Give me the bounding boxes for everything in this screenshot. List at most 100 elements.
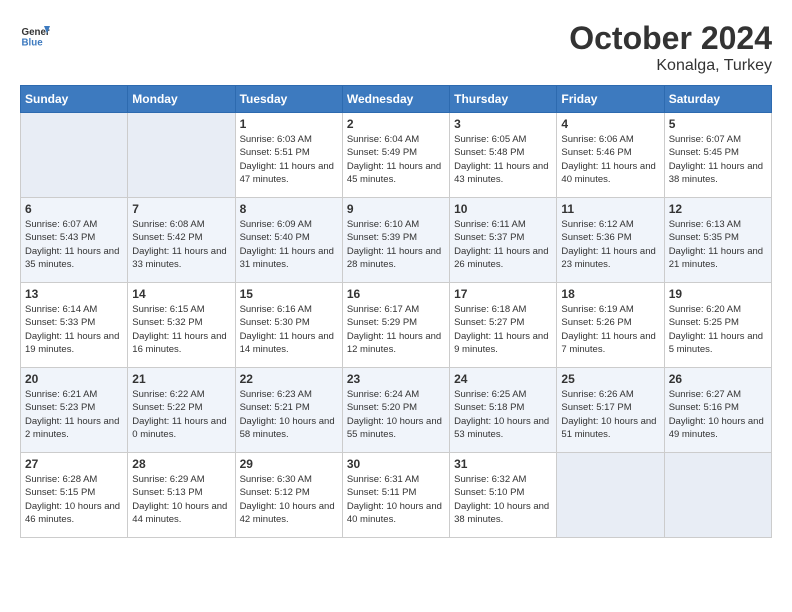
calendar-day: 3Sunrise: 6:05 AMSunset: 5:48 PMDaylight… bbox=[450, 113, 557, 198]
day-info: Sunrise: 6:13 AMSunset: 5:35 PMDaylight:… bbox=[669, 218, 767, 271]
calendar-day bbox=[557, 453, 664, 538]
calendar-day: 30 Sunrise: 6:31 AMSunset: 5:11 PMDayligh… bbox=[342, 453, 449, 538]
day-header: Wednesday bbox=[342, 86, 449, 113]
day-info: Sunrise: 6:19 AMSunset: 5:26 PMDaylight:… bbox=[561, 303, 659, 356]
calendar-week: 20 Sunrise: 6:21 AMSunset: 5:23 PMDayligh… bbox=[21, 368, 772, 453]
day-info: Sunrise: 6:31 AMSunset: 5:11 PMDaylight:… bbox=[347, 473, 445, 526]
calendar-day: 28Sunrise: 6:29 AMSunset: 5:13 PMDayligh… bbox=[128, 453, 235, 538]
day-number: 29 bbox=[240, 457, 338, 471]
day-number: 13 bbox=[25, 287, 123, 301]
calendar-day: 4 Sunrise: 6:06 AMSunset: 5:46 PMDaylight… bbox=[557, 113, 664, 198]
day-number: 20 bbox=[25, 372, 123, 386]
calendar-day: 24 Sunrise: 6:25 AMSunset: 5:18 PMDayligh… bbox=[450, 368, 557, 453]
location: Konalga, Turkey bbox=[569, 57, 772, 75]
calendar-day: 29 Sunrise: 6:30 AMSunset: 5:12 PMDayligh… bbox=[235, 453, 342, 538]
calendar-day: 13 Sunrise: 6:14 AMSunset: 5:33 PMDayligh… bbox=[21, 283, 128, 368]
day-info: Sunrise: 6:10 AMSunset: 5:39 PMDaylight:… bbox=[347, 218, 445, 271]
day-number: 22 bbox=[240, 372, 338, 386]
day-number: 11 bbox=[561, 202, 659, 216]
calendar-day: 6Sunrise: 6:07 AMSunset: 5:43 PMDaylight… bbox=[21, 198, 128, 283]
day-info: Sunrise: 6:11 AMSunset: 5:37 PMDaylight:… bbox=[454, 218, 552, 271]
day-info: Sunrise: 6:14 AMSunset: 5:33 PMDaylight:… bbox=[25, 303, 123, 356]
day-number: 10 bbox=[454, 202, 552, 216]
day-info: Sunrise: 6:06 AMSunset: 5:46 PMDaylight:… bbox=[561, 133, 659, 186]
svg-text:Blue: Blue bbox=[22, 38, 44, 49]
day-info: Sunrise: 6:12 AMSunset: 5:36 PMDaylight:… bbox=[561, 218, 659, 271]
day-info: Sunrise: 6:04 AMSunset: 5:49 PMDaylight:… bbox=[347, 133, 445, 186]
day-number: 17 bbox=[454, 287, 552, 301]
day-number: 24 bbox=[454, 372, 552, 386]
logo-icon: General Blue bbox=[20, 20, 50, 50]
calendar-day: 11 Sunrise: 6:12 AMSunset: 5:36 PMDayligh… bbox=[557, 198, 664, 283]
calendar-day bbox=[664, 453, 771, 538]
calendar-day: 15 Sunrise: 6:16 AMSunset: 5:30 PMDayligh… bbox=[235, 283, 342, 368]
day-number: 4 bbox=[561, 117, 659, 131]
day-number: 5 bbox=[669, 117, 767, 131]
month-year: October 2024 bbox=[569, 20, 772, 57]
calendar-day: 12Sunrise: 6:13 AMSunset: 5:35 PMDayligh… bbox=[664, 198, 771, 283]
calendar-day: 23Sunrise: 6:24 AMSunset: 5:20 PMDayligh… bbox=[342, 368, 449, 453]
logo: General Blue bbox=[20, 20, 50, 50]
page-header: General Blue October 2024 Konalga, Turke… bbox=[20, 20, 772, 75]
day-info: Sunrise: 6:15 AMSunset: 5:32 PMDaylight:… bbox=[132, 303, 230, 356]
day-number: 1 bbox=[240, 117, 338, 131]
calendar-day: 21 Sunrise: 6:22 AMSunset: 5:22 PMDayligh… bbox=[128, 368, 235, 453]
day-info: Sunrise: 6:23 AMSunset: 5:21 PMDaylight:… bbox=[240, 388, 338, 441]
calendar-body: 1Sunrise: 6:03 AMSunset: 5:51 PMDaylight… bbox=[21, 113, 772, 538]
calendar-day: 16Sunrise: 6:17 AMSunset: 5:29 PMDayligh… bbox=[342, 283, 449, 368]
calendar-day: 25 Sunrise: 6:26 AMSunset: 5:17 PMDayligh… bbox=[557, 368, 664, 453]
calendar-day: 14 Sunrise: 6:15 AMSunset: 5:32 PMDayligh… bbox=[128, 283, 235, 368]
day-header: Saturday bbox=[664, 86, 771, 113]
day-info: Sunrise: 6:22 AMSunset: 5:22 PMDaylight:… bbox=[132, 388, 230, 441]
day-number: 18 bbox=[561, 287, 659, 301]
calendar-day: 22 Sunrise: 6:23 AMSunset: 5:21 PMDayligh… bbox=[235, 368, 342, 453]
calendar-header: SundayMondayTuesdayWednesdayThursdayFrid… bbox=[21, 86, 772, 113]
day-info: Sunrise: 6:28 AMSunset: 5:15 PMDaylight:… bbox=[25, 473, 123, 526]
day-number: 14 bbox=[132, 287, 230, 301]
calendar-table: SundayMondayTuesdayWednesdayThursdayFrid… bbox=[20, 85, 772, 538]
calendar-day: 7 Sunrise: 6:08 AMSunset: 5:42 PMDaylight… bbox=[128, 198, 235, 283]
day-info: Sunrise: 6:16 AMSunset: 5:30 PMDaylight:… bbox=[240, 303, 338, 356]
day-number: 28 bbox=[132, 457, 230, 471]
day-number: 23 bbox=[347, 372, 445, 386]
day-header: Friday bbox=[557, 86, 664, 113]
day-info: Sunrise: 6:09 AMSunset: 5:40 PMDaylight:… bbox=[240, 218, 338, 271]
day-info: Sunrise: 6:30 AMSunset: 5:12 PMDaylight:… bbox=[240, 473, 338, 526]
day-number: 19 bbox=[669, 287, 767, 301]
calendar-day: 9 Sunrise: 6:10 AMSunset: 5:39 PMDaylight… bbox=[342, 198, 449, 283]
calendar-day: 20 Sunrise: 6:21 AMSunset: 5:23 PMDayligh… bbox=[21, 368, 128, 453]
day-number: 30 bbox=[347, 457, 445, 471]
day-number: 3 bbox=[454, 117, 552, 131]
day-number: 2 bbox=[347, 117, 445, 131]
calendar-day bbox=[21, 113, 128, 198]
calendar-day: 10 Sunrise: 6:11 AMSunset: 5:37 PMDayligh… bbox=[450, 198, 557, 283]
day-number: 26 bbox=[669, 372, 767, 386]
day-number: 21 bbox=[132, 372, 230, 386]
calendar-day: 27 Sunrise: 6:28 AMSunset: 5:15 PMDayligh… bbox=[21, 453, 128, 538]
day-info: Sunrise: 6:27 AMSunset: 5:16 PMDaylight:… bbox=[669, 388, 767, 441]
calendar-day: 8Sunrise: 6:09 AMSunset: 5:40 PMDaylight… bbox=[235, 198, 342, 283]
day-info: Sunrise: 6:25 AMSunset: 5:18 PMDaylight:… bbox=[454, 388, 552, 441]
calendar-week: 27 Sunrise: 6:28 AMSunset: 5:15 PMDayligh… bbox=[21, 453, 772, 538]
day-info: Sunrise: 6:32 AMSunset: 5:10 PMDaylight:… bbox=[454, 473, 552, 526]
day-header: Monday bbox=[128, 86, 235, 113]
day-header: Thursday bbox=[450, 86, 557, 113]
day-header: Tuesday bbox=[235, 86, 342, 113]
calendar-day: 17 Sunrise: 6:18 AMSunset: 5:27 PMDayligh… bbox=[450, 283, 557, 368]
day-info: Sunrise: 6:26 AMSunset: 5:17 PMDaylight:… bbox=[561, 388, 659, 441]
day-number: 31 bbox=[454, 457, 552, 471]
day-number: 15 bbox=[240, 287, 338, 301]
day-number: 27 bbox=[25, 457, 123, 471]
day-info: Sunrise: 6:08 AMSunset: 5:42 PMDaylight:… bbox=[132, 218, 230, 271]
day-info: Sunrise: 6:21 AMSunset: 5:23 PMDaylight:… bbox=[25, 388, 123, 441]
header-row: SundayMondayTuesdayWednesdayThursdayFrid… bbox=[21, 86, 772, 113]
day-number: 7 bbox=[132, 202, 230, 216]
calendar-day: 26 Sunrise: 6:27 AMSunset: 5:16 PMDayligh… bbox=[664, 368, 771, 453]
day-info: Sunrise: 6:18 AMSunset: 5:27 PMDaylight:… bbox=[454, 303, 552, 356]
day-number: 9 bbox=[347, 202, 445, 216]
day-number: 25 bbox=[561, 372, 659, 386]
day-info: Sunrise: 6:20 AMSunset: 5:25 PMDaylight:… bbox=[669, 303, 767, 356]
calendar-week: 1Sunrise: 6:03 AMSunset: 5:51 PMDaylight… bbox=[21, 113, 772, 198]
day-number: 16 bbox=[347, 287, 445, 301]
day-info: Sunrise: 6:07 AMSunset: 5:43 PMDaylight:… bbox=[25, 218, 123, 271]
